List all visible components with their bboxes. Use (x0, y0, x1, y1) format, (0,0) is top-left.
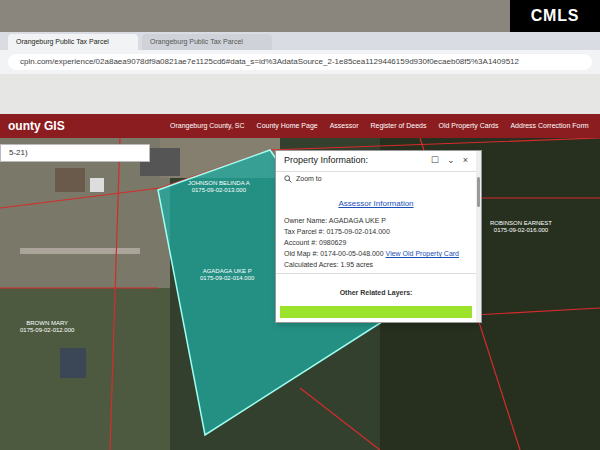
parcel-label: ROBINSON EARNEST0175-09-02-016.000 (490, 220, 552, 234)
address-bar: cpln.com/experience/02a8aea9078df9a0821a… (0, 50, 600, 74)
browser-tab-strip: Orangeburg Public Tax Parcel Orangeburg P… (0, 32, 600, 50)
field-row: Tax Parcel #: 0175-09-02-014.000 (284, 227, 468, 236)
nav-link[interactable]: Register of Deeds (370, 121, 426, 132)
parcel-label: JOHNSON BELINDA A0175-09-02-013.000 (188, 180, 250, 194)
popup-control-icon[interactable]: ⌄ (447, 154, 455, 168)
parcel-number: 0175-09-02-013.000 (188, 187, 250, 194)
field-label: Calculated Acres: (284, 261, 338, 268)
nav-link[interactable]: Orangeburg County, SC (170, 121, 245, 132)
parcel-number: 0175-09-02-014.000 (200, 275, 254, 282)
popup-title-bar: Property Information: ☐ ⌄ × (276, 151, 476, 172)
parcel-label: BROWN MARY0175-09-02-012.000 (20, 320, 74, 334)
field-value: 0980629 (319, 239, 346, 246)
field-row: Owner Name: AGADAGA UKE P (284, 216, 468, 225)
nav-link[interactable]: County Home Page (257, 121, 318, 132)
url-field[interactable]: cpln.com/experience/02a8aea9078df9a0821a… (8, 54, 592, 70)
popup-scrollbar[interactable] (476, 151, 481, 322)
field-label: Old Map #: (284, 250, 318, 257)
owner-name: BROWN MARY (20, 320, 74, 327)
field-label: Account #: (284, 239, 317, 246)
browser-tab[interactable]: Orangeburg Public Tax Parcel (8, 34, 138, 50)
field-value: 0175-09-02-014.000 (326, 228, 389, 235)
tab-label: Orangeburg Public Tax Parcel (150, 37, 243, 48)
owner-name: JOHNSON BELINDA A (188, 180, 250, 187)
zoom-icon[interactable] (284, 175, 292, 183)
zoom-to-label: Zoom to (296, 174, 322, 185)
field-list: Owner Name: AGADAGA UKE P Tax Parcel #: 0… (276, 216, 476, 269)
field-row: Account #: 0980629 (284, 238, 468, 247)
parcel-number: 0175-09-02-016.000 (490, 227, 552, 234)
field-label: Owner Name: (284, 217, 327, 224)
parcel-number: 0175-09-02-012.000 (20, 327, 74, 334)
field-row: Old Map #: 0174-00-05-048.000 View Old P… (284, 249, 468, 258)
popup-controls: ☐ ⌄ × (431, 154, 468, 168)
nav-link[interactable]: Address Correction Form (510, 121, 588, 132)
old-card-link[interactable]: View Old Property Card (386, 250, 459, 257)
related-heading: Other Related Layers: (340, 289, 413, 296)
popup-control-icon[interactable]: ☐ (431, 154, 439, 168)
parcel-label: AGADAGA UKE P0175-09-02-014.000 (200, 268, 254, 282)
property-popup: Property Information: ☐ ⌄ × Zoom to Assessor … (275, 150, 482, 323)
field-value: 1.95 acres (340, 261, 373, 268)
search-value: 5-21) (9, 148, 28, 157)
popup-title: Property Information: (284, 154, 368, 168)
logo-text: CMLS (531, 4, 580, 28)
popup-control-icon[interactable]: × (463, 154, 468, 168)
popup-body: Property Information: ☐ ⌄ × Zoom to Assessor … (276, 151, 476, 322)
field-value: 0174-00-05-048.000 (320, 250, 383, 257)
related-layer-bar[interactable] (280, 306, 472, 318)
owner-name: AGADAGA UKE P (200, 268, 254, 275)
field-label: Tax Parcel #: (284, 228, 324, 235)
map[interactable]: 5-21) JOHNSON BELINDA A0175-09-02-013.00… (0, 138, 600, 450)
field-value: AGADAGA UKE P (329, 217, 386, 224)
zoom-to-button[interactable]: Zoom to (276, 172, 476, 187)
field-row: Calculated Acres: 1.95 acres (284, 260, 468, 269)
gis-header: ounty GIS Orangeburg County, SC County Hom… (0, 114, 600, 138)
url-text: cpln.com/experience/02a8aea9078df9a0821a… (20, 57, 519, 66)
page-gap (0, 74, 600, 114)
browser-tab[interactable]: Orangeburg Public Tax Parcel (142, 34, 272, 50)
owner-name: ROBINSON EARNEST (490, 220, 552, 227)
nav-link[interactable]: Old Property Cards (439, 121, 499, 132)
assessor-link[interactable]: Assessor Information (338, 199, 413, 208)
nav-link[interactable]: Assessor (330, 121, 359, 132)
related-section: Other Related Layers: (276, 273, 476, 306)
scroll-thumb[interactable] (477, 177, 480, 207)
cmls-logo: CMLS (510, 0, 600, 32)
site-title: ounty GIS (8, 117, 158, 135)
tab-label: Orangeburg Public Tax Parcel (16, 37, 109, 48)
search-field[interactable]: 5-21) (0, 144, 150, 162)
assessor-section: Assessor Information (276, 186, 476, 216)
